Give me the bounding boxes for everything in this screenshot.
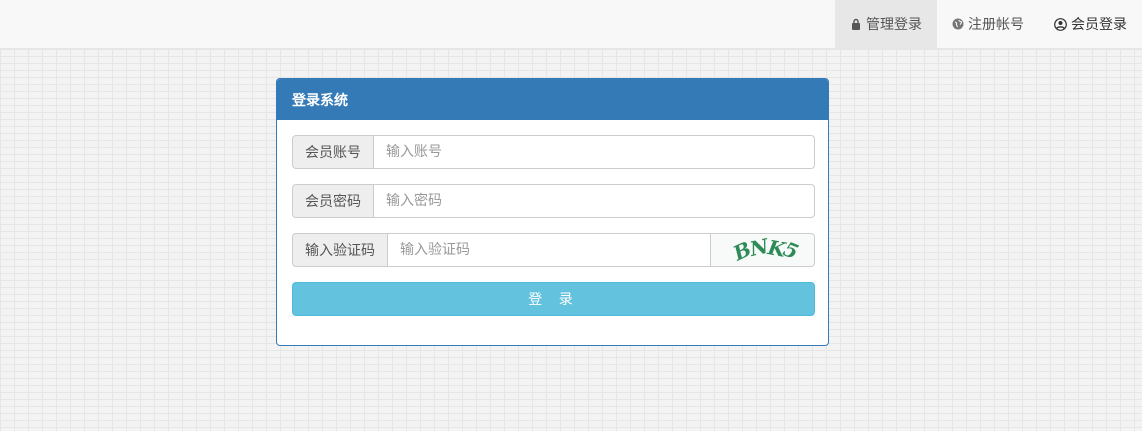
user-circle-icon <box>1054 17 1067 31</box>
top-navbar: 管理登录 注册帐号 会员登录 <box>0 0 1142 49</box>
nav-menu: 管理登录 注册帐号 会员登录 <box>835 0 1142 48</box>
captcha-image[interactable]: B N K 5 <box>711 233 815 267</box>
captcha-label: 输入验证码 <box>292 233 387 267</box>
lock-icon <box>850 18 862 30</box>
account-input[interactable] <box>373 135 815 169</box>
nav-member-login-label: 会员登录 <box>1071 17 1127 33</box>
password-input[interactable] <box>373 184 815 218</box>
globe-icon <box>952 18 964 30</box>
nav-register-label: 注册帐号 <box>968 17 1024 33</box>
password-group: 会员密码 <box>292 184 815 218</box>
captcha-graphic: B N K 5 <box>728 236 801 264</box>
account-label: 会员账号 <box>292 135 373 169</box>
nav-admin-login-label: 管理登录 <box>866 17 922 33</box>
login-panel-title: 登录系统 <box>277 79 828 120</box>
nav-admin-login[interactable]: 管理登录 <box>835 0 937 48</box>
captcha-input[interactable] <box>387 233 711 267</box>
password-label: 会员密码 <box>292 184 373 218</box>
login-button[interactable]: 登 录 <box>292 282 815 316</box>
nav-member-login[interactable]: 会员登录 <box>1039 0 1142 48</box>
account-group: 会员账号 <box>292 135 815 169</box>
nav-register[interactable]: 注册帐号 <box>937 0 1039 48</box>
captcha-group: 输入验证码 B N K 5 <box>292 233 815 267</box>
login-form: 会员账号 会员密码 输入验证码 B N K 5 登 录 <box>277 120 828 331</box>
login-panel: 登录系统 会员账号 会员密码 输入验证码 B N K 5 <box>276 78 829 346</box>
